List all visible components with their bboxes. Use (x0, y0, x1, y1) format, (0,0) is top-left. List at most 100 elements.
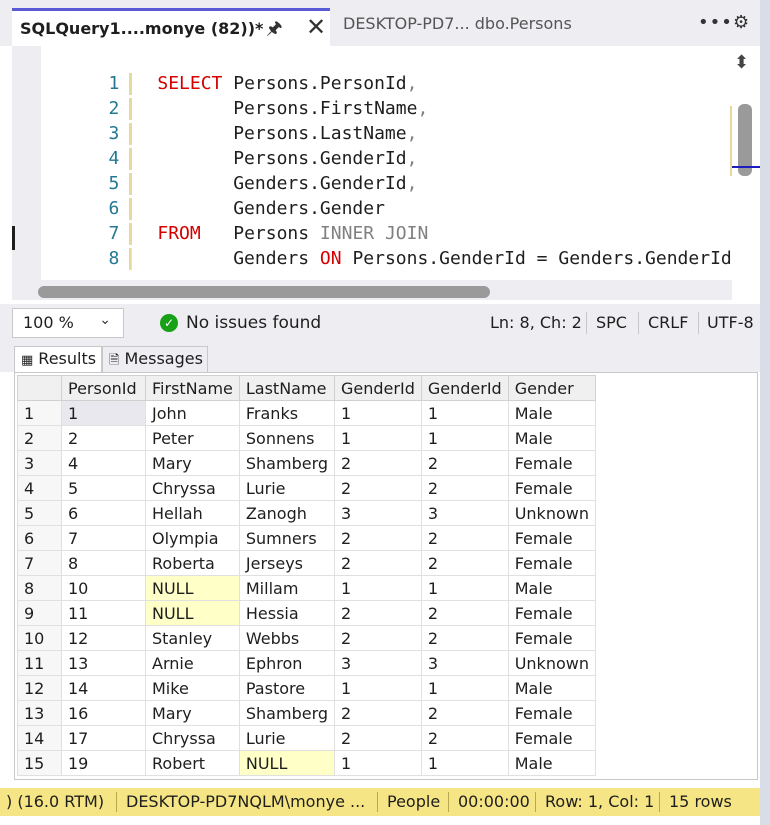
column-header[interactable]: LastName (238, 375, 336, 401)
row-number[interactable]: 12 (17, 675, 62, 701)
grid-cell[interactable]: Hellah (145, 500, 240, 526)
grid-cell[interactable]: Mary (145, 700, 240, 726)
grid-cell[interactable]: 2 (420, 450, 509, 476)
grid-cell[interactable]: Female (507, 625, 596, 651)
code-line-6[interactable]: 6 Genders.Gender (42, 171, 385, 220)
tab-sqlquery1[interactable]: SQLQuery1....monye (82))* 🖈 ✕ (12, 8, 330, 46)
grid-cell[interactable]: 2 (334, 725, 422, 751)
grid-cell[interactable]: Mike (145, 675, 240, 701)
table-row[interactable]: 2 2 Peter Sonnens 1 1 Male (17, 425, 596, 451)
code-line-1[interactable]: 1 SELECT Persons.PersonId, (42, 46, 417, 95)
row-number[interactable]: 3 (17, 450, 62, 476)
grid-cell[interactable]: Hessia (238, 600, 336, 626)
table-row[interactable]: 1 1 John Franks 1 1 Male (17, 400, 596, 426)
code-line-3[interactable]: 3 Persons.LastName, (42, 96, 417, 145)
column-header[interactable]: GenderId (420, 375, 509, 401)
close-icon[interactable]: ✕ (306, 13, 326, 41)
grid-cell[interactable]: NULL (238, 750, 336, 776)
grid-cell[interactable]: Male (507, 750, 596, 776)
grid-cell[interactable]: 2 (420, 625, 509, 651)
grid-cell[interactable]: 2 (334, 700, 422, 726)
grid-cell[interactable]: John (145, 400, 240, 426)
grid-cell[interactable]: Pastore (238, 675, 336, 701)
table-row[interactable]: 9 11 NULL Hessia 2 2 Female (17, 600, 596, 626)
grid-cell[interactable]: 2 (420, 525, 509, 551)
row-number[interactable]: 6 (17, 525, 62, 551)
code-line-2[interactable]: 2 Persons.FirstName, (42, 71, 428, 120)
grid-cell[interactable]: Stanley (145, 625, 240, 651)
grid-cell[interactable]: 2 (334, 600, 422, 626)
row-number[interactable]: 4 (17, 475, 62, 501)
column-header[interactable]: GenderId (334, 375, 422, 401)
grid-cell[interactable]: 2 (420, 550, 509, 576)
grid-cell[interactable]: Female (507, 550, 596, 576)
tab-messages[interactable]: 🗎 Messages (102, 346, 208, 372)
grid-cell[interactable]: 12 (61, 625, 146, 651)
row-number[interactable]: 13 (17, 700, 62, 726)
grid-cell[interactable]: 1 (420, 400, 509, 426)
gear-icon[interactable]: ⚙ (733, 12, 749, 33)
grid-cell[interactable]: Female (507, 700, 596, 726)
line-ending[interactable]: CRLF (648, 313, 688, 332)
grid-cell[interactable]: Lurie (238, 725, 336, 751)
code-line-7[interactable]: 7 FROM Persons INNER JOIN (42, 196, 428, 245)
grid-cell[interactable]: 1 (420, 425, 509, 451)
grid-cell[interactable]: 10 (61, 575, 146, 601)
grid-cell[interactable]: 14 (61, 675, 146, 701)
row-number[interactable]: 5 (17, 500, 62, 526)
grid-cell[interactable]: 4 (61, 450, 146, 476)
row-number[interactable]: 10 (17, 625, 62, 651)
grid-cell[interactable]: Chryssa (145, 725, 240, 751)
grid-cell[interactable]: Unknown (507, 500, 596, 526)
grid-cell[interactable]: Unknown (507, 650, 596, 676)
grid-cell[interactable]: Robert (145, 750, 240, 776)
table-row[interactable]: 4 5 Chryssa Lurie 2 2 Female (17, 475, 596, 501)
grid-cell[interactable]: Female (507, 725, 596, 751)
grid-cell[interactable]: 6 (61, 500, 146, 526)
grid-cell[interactable]: NULL (145, 575, 240, 601)
table-row[interactable]: 7 8 Roberta Jerseys 2 2 Female (17, 550, 596, 576)
grid-cell[interactable]: Zanogh (238, 500, 336, 526)
table-row[interactable]: 13 16 Mary Shamberg 2 2 Female (17, 700, 596, 726)
grid-cell[interactable]: 1 (334, 400, 422, 426)
grid-cell[interactable]: 1 (420, 575, 509, 601)
grid-cell[interactable]: Lurie (238, 475, 336, 501)
corner-header[interactable] (17, 375, 62, 401)
grid-cell[interactable]: Ephron (238, 650, 336, 676)
grid-cell[interactable]: 17 (61, 725, 146, 751)
row-number[interactable]: 1 (17, 400, 62, 426)
grid-cell[interactable]: Female (507, 525, 596, 551)
pin-icon[interactable]: 🖈 (266, 16, 283, 46)
column-header[interactable]: Gender (507, 375, 596, 401)
table-row[interactable]: 10 12 Stanley Webbs 2 2 Female (17, 625, 596, 651)
grid-cell[interactable]: 1 (334, 425, 422, 451)
grid-cell[interactable]: Shamberg (238, 450, 336, 476)
table-row[interactable]: 8 10 NULL Millam 1 1 Male (17, 575, 596, 601)
table-row[interactable]: 6 7 Olympia Sumners 2 2 Female (17, 525, 596, 551)
grid-cell[interactable]: Webbs (238, 625, 336, 651)
grid-cell[interactable]: Mary (145, 450, 240, 476)
code-line-8[interactable]: 8 Genders ON Persons.GenderId = Genders.… (42, 221, 732, 270)
table-row[interactable]: 11 13 Arnie Ephron 3 3 Unknown (17, 650, 596, 676)
horizontal-scroll-thumb[interactable] (38, 286, 490, 298)
grid-cell[interactable]: 16 (61, 700, 146, 726)
cursor-position[interactable]: Ln: 8, Ch: 2 (490, 313, 582, 332)
table-row[interactable]: 12 14 Mike Pastore 1 1 Male (17, 675, 596, 701)
row-number[interactable]: 14 (17, 725, 62, 751)
grid-cell[interactable]: 8 (61, 550, 146, 576)
grid-cell[interactable]: Shamberg (238, 700, 336, 726)
grid-cell[interactable]: 3 (420, 500, 509, 526)
grid-cell[interactable]: 19 (61, 750, 146, 776)
grid-cell[interactable]: Sumners (238, 525, 336, 551)
grid-cell[interactable]: 2 (420, 600, 509, 626)
table-row[interactable]: 15 19 Robert NULL 1 1 Male (17, 750, 596, 776)
grid-cell[interactable]: Female (507, 450, 596, 476)
grid-cell[interactable]: 1 (334, 575, 422, 601)
grid-cell[interactable]: 2 (334, 550, 422, 576)
grid-cell[interactable]: 1 (420, 750, 509, 776)
row-number[interactable]: 2 (17, 425, 62, 451)
more-options-icon[interactable]: ••• (698, 12, 733, 33)
row-number[interactable]: 15 (17, 750, 62, 776)
encoding[interactable]: UTF-8 (707, 313, 754, 332)
grid-cell[interactable]: 1 (334, 750, 422, 776)
